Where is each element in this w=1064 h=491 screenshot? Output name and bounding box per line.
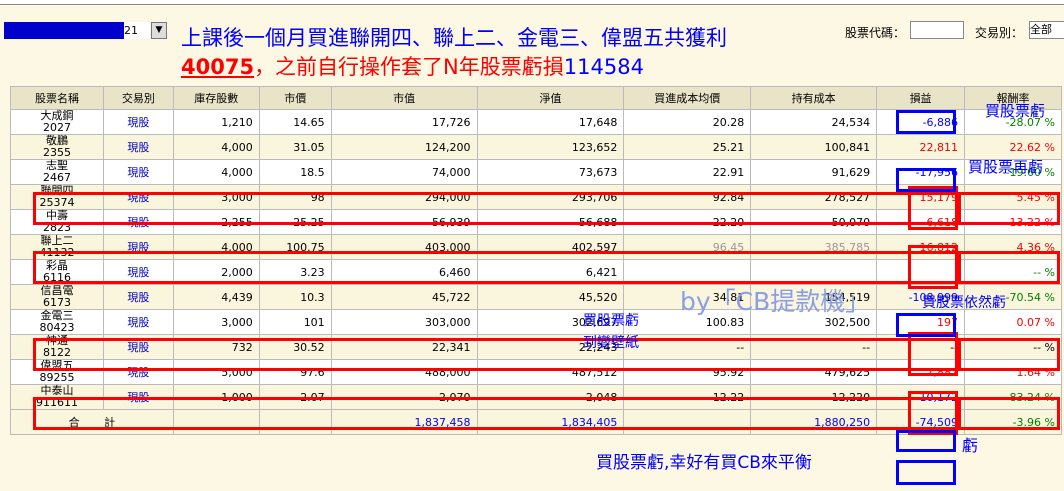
return-rate-cell: 0.07 %	[964, 309, 1062, 335]
stock-code: 89255	[39, 371, 75, 384]
column-header[interactable]: 持有成本	[750, 86, 878, 110]
highlight-loss-大成鋼	[896, 110, 956, 134]
highlight-roi-金電三	[958, 338, 1060, 371]
note-loss-5: 買股票依然虧	[922, 295, 1006, 311]
top-border	[0, 0, 1064, 5]
highlight-roi-聯上二	[958, 251, 1060, 284]
highlight-row-聯開四	[33, 192, 960, 225]
highlight-row-偉盟五	[33, 397, 960, 430]
price-cell: 14.65	[258, 109, 332, 135]
highlight-loss-total	[896, 460, 956, 485]
highlight-pl-偉盟五	[908, 391, 958, 435]
headline-line2: 40075，之前自行操作套了N年股票虧損114584	[181, 51, 644, 81]
stock-code: 2027	[42, 121, 71, 134]
trade-type-link[interactable]: 現股	[102, 109, 174, 135]
note-loss-3: 買股票虧	[583, 313, 639, 329]
price-cell: 18.5	[258, 159, 332, 185]
highlight-row-聯上二	[33, 251, 960, 284]
note-loss-4: 到變壁紙	[583, 335, 639, 351]
stock-name-cell: 敬鵬 2355	[10, 134, 104, 160]
highlight-pl-聯開四	[908, 186, 958, 230]
holding-cost-cell: 100,841	[750, 134, 878, 160]
column-header[interactable]: 損益	[876, 86, 966, 110]
trade-type-link[interactable]: 現股	[102, 159, 174, 185]
stock-code-label: 股票代碼：	[845, 26, 906, 40]
trade-type-link[interactable]: 現股	[102, 134, 174, 160]
watermark: by「CB提款機」	[680, 287, 871, 316]
stock-name-cell: 大成鋼 2027	[10, 109, 104, 135]
headline-line1: 上課後一個月買進聯開四、聯上二、金電三、偉盟五共獲利	[181, 26, 727, 50]
trade-type-label: 交易別：	[975, 26, 1024, 40]
profit-loss-cell: 22,811	[876, 134, 966, 160]
column-header[interactable]: 股票名稱	[10, 86, 104, 110]
highlight-roi-聯開四	[958, 192, 1060, 225]
shares-cell: 4,000	[172, 159, 260, 185]
note-loss-2: 買股票再虧	[968, 158, 1044, 176]
headline-mid: ，之前自行操作套了N年股票虧損	[254, 55, 564, 79]
trade-type-link[interactable]: 現股	[102, 309, 174, 335]
stock-code-input[interactable]	[910, 21, 964, 39]
highlight-loss-志聖	[896, 168, 956, 192]
column-header[interactable]: 庫存股數	[172, 86, 260, 110]
avg-cost-cell: 25.21	[623, 134, 752, 160]
stock-name-cell: 志聖 2467	[10, 159, 104, 185]
price-cell: 10.3	[258, 284, 332, 310]
trade-type-select[interactable]: 全部	[1029, 21, 1064, 39]
headline-profit: 40075	[181, 55, 255, 79]
trade-type-link[interactable]: 現股	[102, 284, 174, 310]
market-value-cell: 303,000	[330, 309, 478, 335]
market-value-cell: 17,726	[330, 109, 478, 135]
shares-cell: 4,439	[172, 284, 260, 310]
price-cell: 31.05	[258, 134, 332, 160]
dropdown-arrow-icon[interactable]: ▼	[151, 22, 167, 39]
column-header[interactable]: 交易別	[102, 86, 174, 110]
highlight-loss-中泰山	[896, 430, 956, 452]
net-value-cell: 73,673	[476, 159, 625, 185]
price-cell: 101	[258, 309, 332, 335]
note-loss-6: 虧	[962, 436, 979, 455]
stock-name-cell: 信昌電 6173	[10, 284, 104, 310]
net-value-cell: 123,652	[476, 134, 625, 160]
account-select-value[interactable]: 21	[124, 22, 150, 39]
holding-cost-cell: 91,629	[750, 159, 878, 185]
table-row[interactable]: 敬鵬 2355 現股 4,000 31.05 124,200 123,652 25.21 100…	[10, 134, 1062, 160]
shares-cell: 1,210	[172, 109, 260, 135]
shares-cell: 4,000	[172, 134, 260, 160]
holding-cost-cell: 24,534	[750, 109, 878, 135]
stock-code: 80423	[39, 321, 75, 334]
column-header[interactable]: 市價	[258, 86, 332, 110]
market-value-cell: 74,000	[330, 159, 478, 185]
avg-cost-cell: 22.91	[623, 159, 752, 185]
headline-loss: 114584	[563, 55, 644, 79]
market-value-cell: 124,200	[330, 134, 478, 160]
note-loss-1: 買股票虧	[985, 102, 1046, 120]
shares-cell: 3,000	[172, 309, 260, 335]
highlight-pl-聯上二	[908, 245, 958, 289]
net-value-cell: 17,648	[476, 109, 625, 135]
stock-code: 2355	[42, 146, 71, 159]
highlight-loss-信昌電	[896, 313, 956, 337]
market-value-cell: 45,722	[330, 284, 478, 310]
stock-name-cell: 金電三 80423	[10, 309, 104, 335]
column-header[interactable]: 淨值	[476, 86, 625, 110]
stock-code: 6173	[42, 296, 71, 309]
account-select-highlight[interactable]	[4, 22, 124, 39]
highlight-row-金電三	[33, 338, 960, 371]
highlight-pl-金電三	[908, 332, 958, 376]
column-header[interactable]: 市值	[330, 86, 478, 110]
column-header[interactable]: 買進成本均價	[623, 86, 752, 110]
highlight-roi-偉盟五	[958, 397, 1060, 430]
note-loss-7: 買股票虧,幸好有買CB來平衡	[596, 453, 812, 473]
table-header-row: 股票名稱 交易別 庫存股數 市價 市值 淨值 買進成本均價 持有成本 損益 報酬率	[10, 86, 1062, 110]
net-value-cell: 45,520	[476, 284, 625, 310]
stock-code: 2467	[42, 171, 71, 184]
avg-cost-cell: 20.28	[623, 109, 752, 135]
table-row[interactable]: 信昌電 6173 現股 4,439 10.3 45,722 45,520 34.81 154,5…	[10, 284, 1062, 310]
